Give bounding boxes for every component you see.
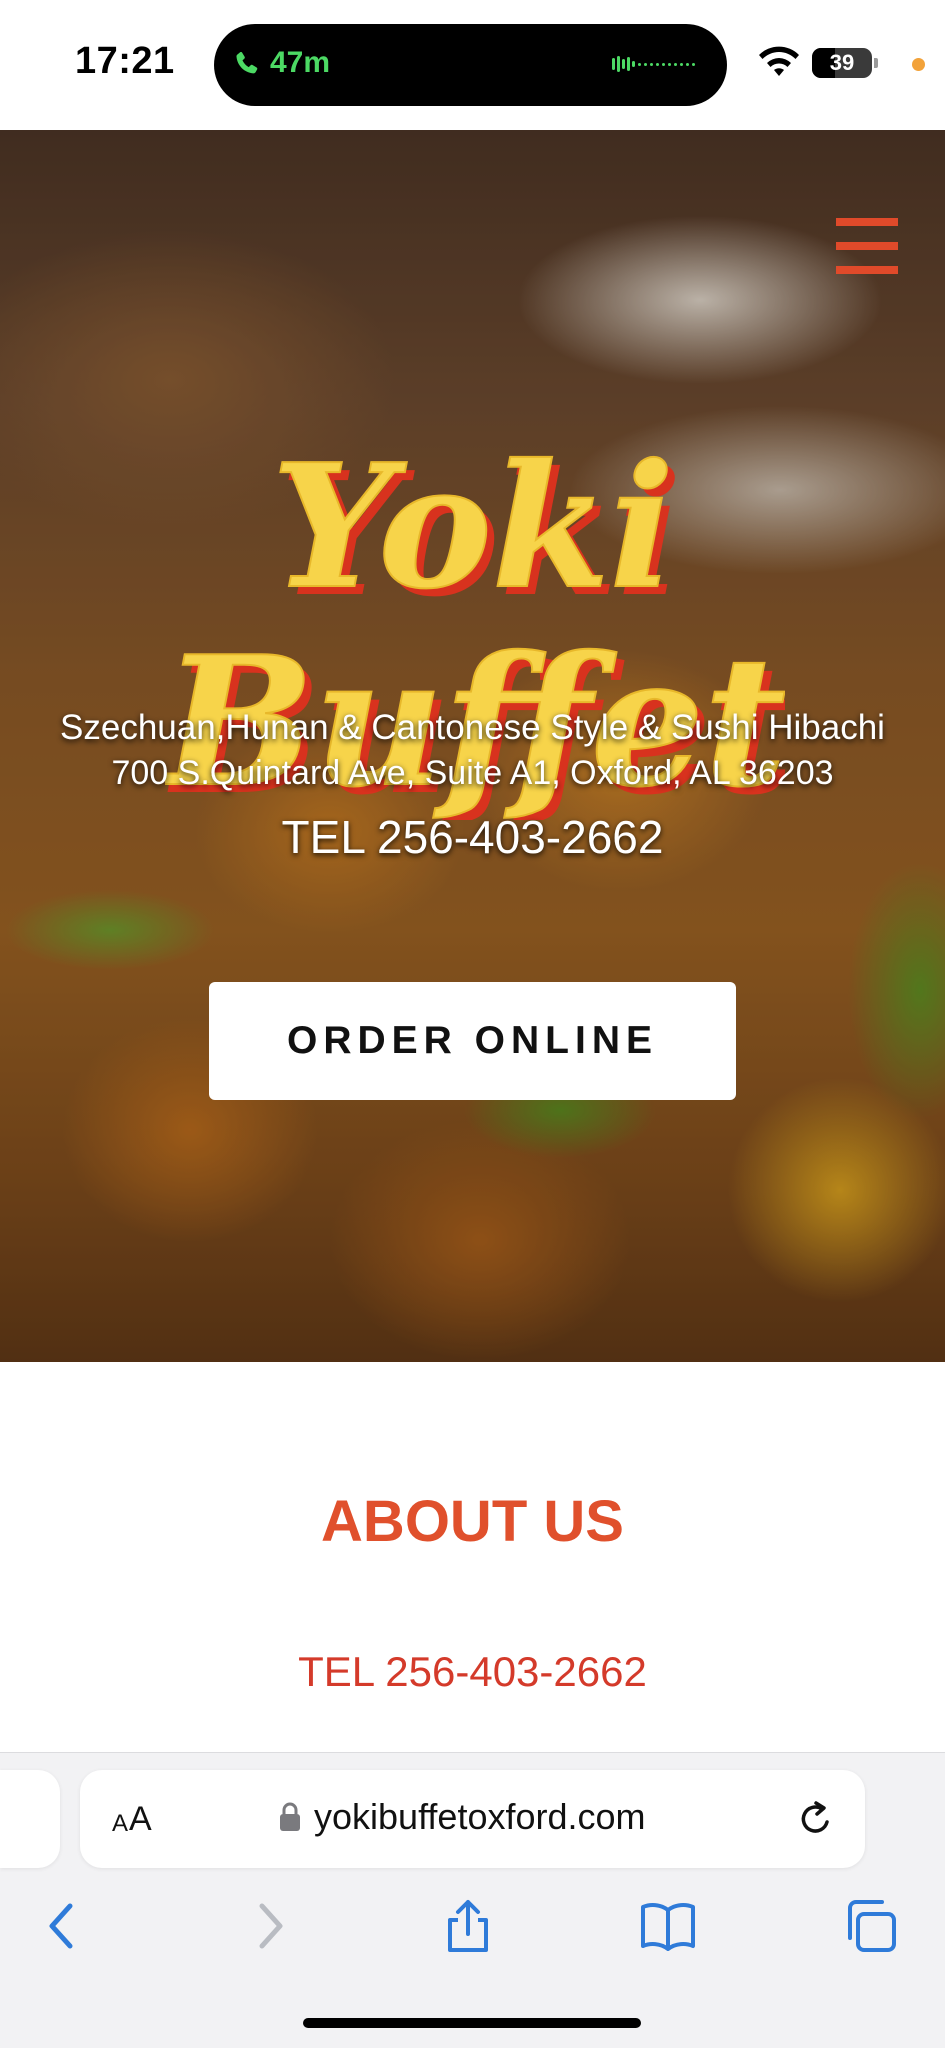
battery-icon: 39 xyxy=(812,48,878,78)
previous-tab-edge[interactable] xyxy=(0,1770,60,1868)
hero-phone-number[interactable]: TEL 256-403-2662 xyxy=(0,810,945,864)
logo-line1: Yoki xyxy=(272,427,674,627)
tabs-icon[interactable] xyxy=(842,1898,898,1954)
about-phone-number[interactable]: TEL 256-403-2662 xyxy=(0,1648,945,1696)
battery-level: 39 xyxy=(829,50,855,75)
text-size-small-glyph: A xyxy=(112,1810,129,1837)
audio-waveform-icon xyxy=(612,56,695,72)
call-duration: 47m xyxy=(270,46,331,79)
status-bar: 17:21 47m 39 xyxy=(0,0,945,130)
share-icon[interactable] xyxy=(440,1898,496,1954)
text-size-large-glyph: A xyxy=(129,1800,152,1838)
home-indicator[interactable] xyxy=(303,2018,641,2028)
order-online-button[interactable]: ORDER ONLINE xyxy=(209,982,736,1100)
bookmarks-icon[interactable] xyxy=(640,1898,696,1954)
wifi-icon xyxy=(759,46,799,76)
hero-section: Yoki Yoki Buffet Buffet Szechuan,Hunan &… xyxy=(0,130,945,1362)
hamburger-menu-icon[interactable] xyxy=(836,218,898,274)
cuisine-tagline: Szechuan,Hunan & Cantonese Style & Sushi… xyxy=(60,708,885,747)
about-us-heading: ABOUT US xyxy=(321,1489,624,1554)
url-text[interactable]: yokibuffetoxford.com xyxy=(314,1796,646,1838)
back-arrow-icon[interactable] xyxy=(36,1898,92,1954)
lock-icon xyxy=(280,1802,300,1831)
phone-call-icon xyxy=(236,51,258,74)
restaurant-address: 700 S.Quintard Ave, Suite A1, Oxford, AL… xyxy=(111,754,834,792)
forward-arrow-icon[interactable] xyxy=(240,1898,296,1954)
text-size-button[interactable]: A A xyxy=(112,1800,162,1840)
privacy-indicator-dot xyxy=(912,58,925,71)
status-time: 17:21 xyxy=(75,40,175,82)
reload-icon[interactable] xyxy=(796,1798,836,1840)
